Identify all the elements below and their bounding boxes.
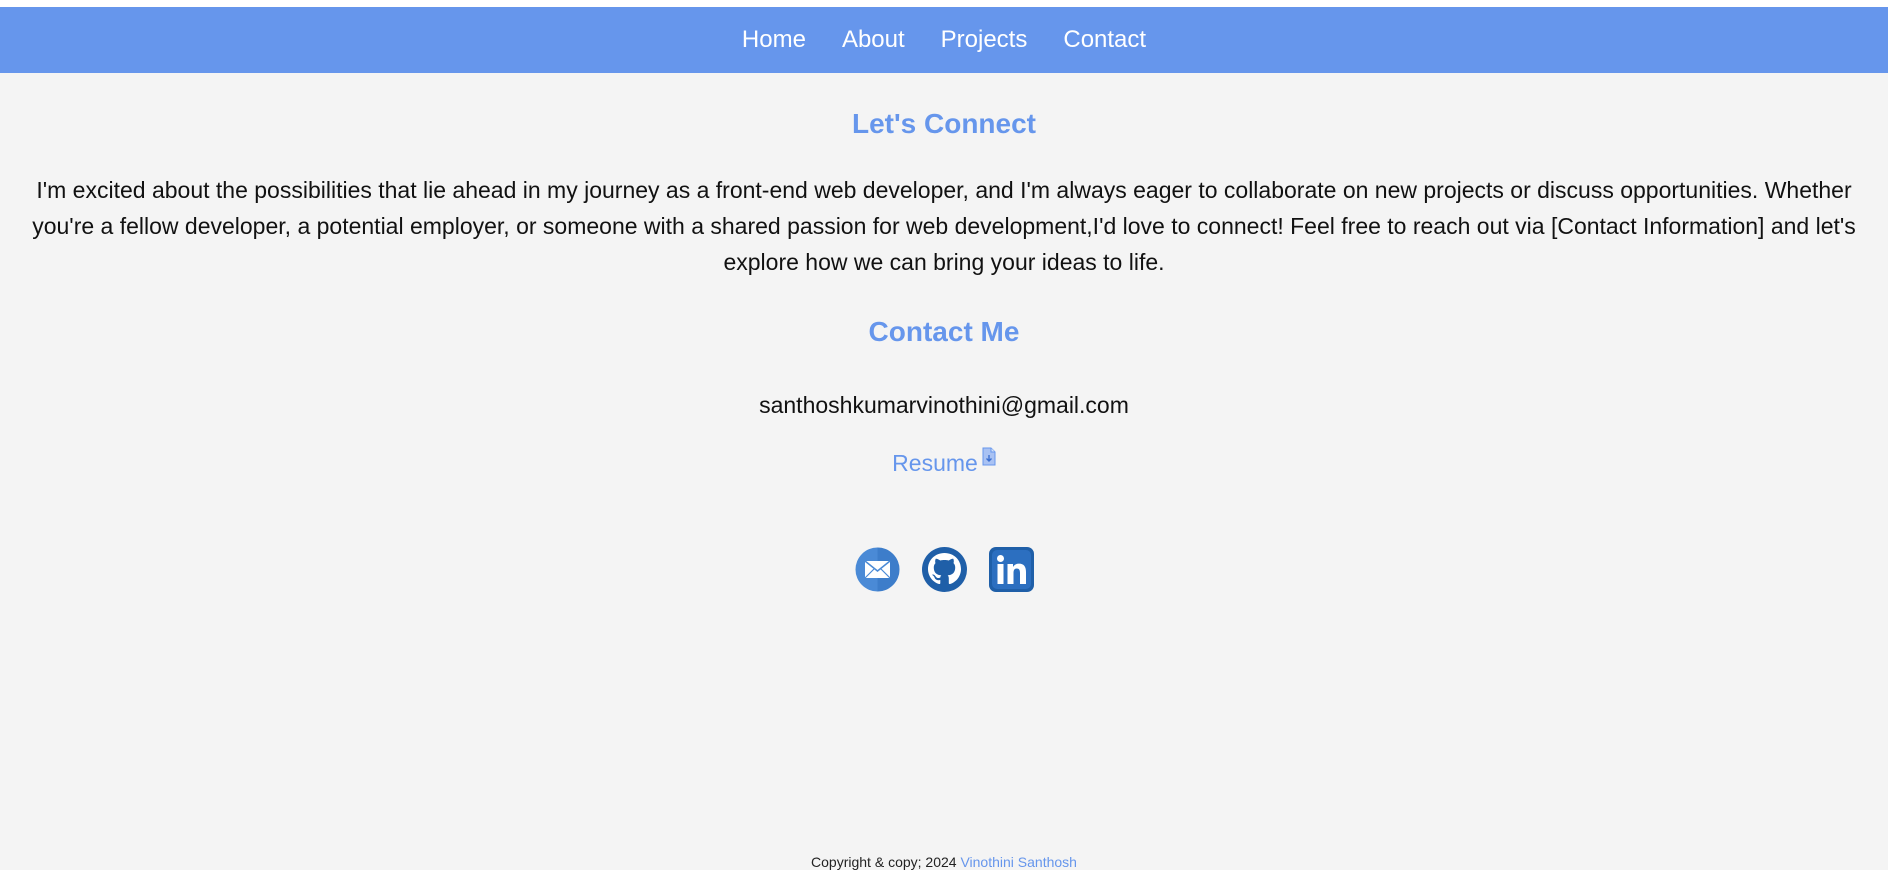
nav-home-link[interactable]: Home <box>742 26 806 54</box>
github-icon[interactable] <box>921 547 967 592</box>
nav-contact-link[interactable]: Contact <box>1063 26 1146 54</box>
mail-icon[interactable] <box>855 547 900 592</box>
main-content: Let's Connect I'm excited about the poss… <box>0 73 1888 592</box>
file-download-icon <box>982 447 996 466</box>
contact-me-heading: Contact Me <box>868 316 1020 347</box>
social-links <box>0 477 1888 592</box>
intro-paragraph: I'm excited about the possibilities that… <box>32 177 1856 275</box>
nav-projects-link[interactable]: Projects <box>941 26 1028 54</box>
navbar: Home About Projects Contact <box>0 7 1888 73</box>
resume-link[interactable]: Resume <box>892 447 996 476</box>
footer: Copyright & copy; 2024 Vinothini Santhos… <box>0 854 1888 870</box>
lets-connect-heading: Let's Connect <box>851 108 1036 139</box>
resume-row: Resume <box>0 419 1888 477</box>
top-strip <box>0 0 1888 7</box>
email-address: santhoshkumarvinothini@gmail.com <box>759 392 1129 418</box>
resume-label: Resume <box>892 450 978 476</box>
nav-about-link[interactable]: About <box>842 26 905 54</box>
author-link[interactable]: Vinothini Santhosh <box>960 854 1077 870</box>
copyright-text: Copyright & copy; 2024 <box>811 854 957 870</box>
linkedin-icon[interactable] <box>988 547 1034 592</box>
